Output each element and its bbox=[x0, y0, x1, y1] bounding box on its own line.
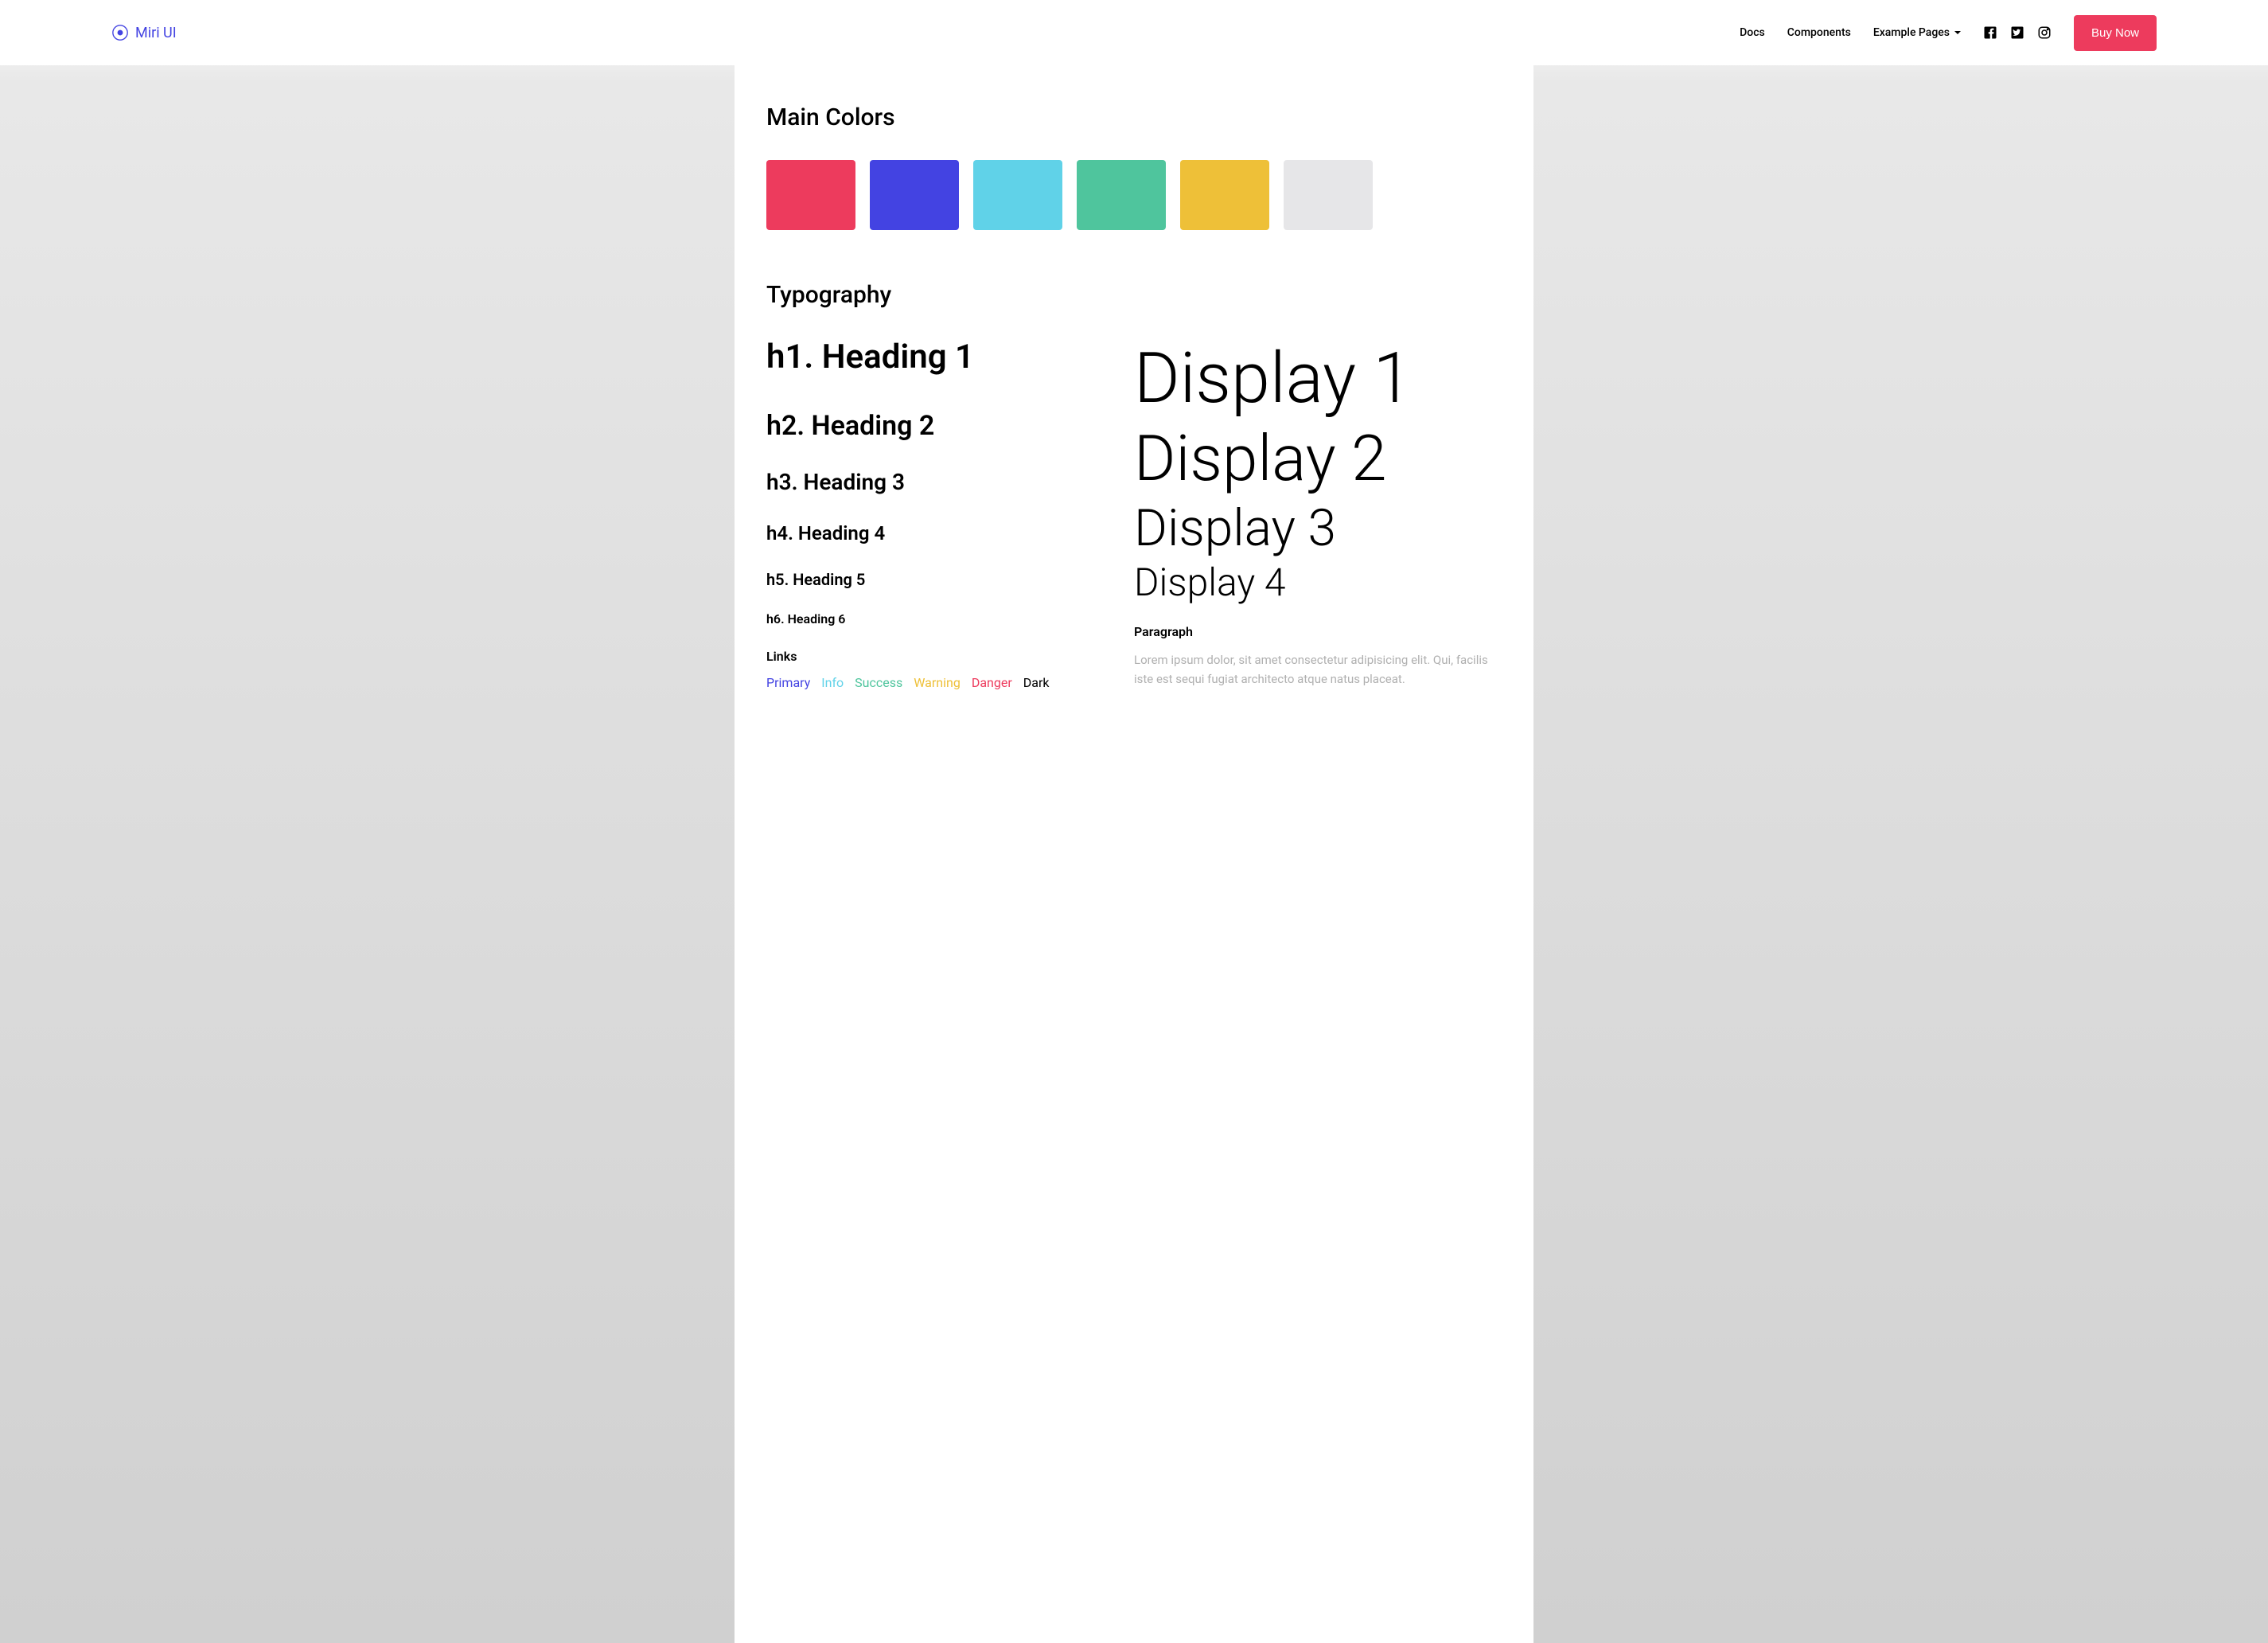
color-swatch-1 bbox=[766, 160, 855, 230]
typography-title: Typography bbox=[766, 281, 1502, 309]
nav-components[interactable]: Components bbox=[1787, 26, 1851, 39]
link-danger[interactable]: Danger bbox=[972, 675, 1012, 690]
twitter-icon[interactable] bbox=[2010, 25, 2024, 40]
color-swatch-4 bbox=[1077, 160, 1166, 230]
link-primary[interactable]: Primary bbox=[766, 675, 810, 690]
color-swatch-6 bbox=[1284, 160, 1373, 230]
link-success[interactable]: Success bbox=[855, 675, 902, 690]
nav-example-pages[interactable]: Example Pages bbox=[1873, 26, 1961, 39]
typography-left: h1. Heading 1 h2. Heading 2 h3. Heading … bbox=[766, 338, 1134, 690]
color-swatch-3 bbox=[973, 160, 1062, 230]
nav-docs[interactable]: Docs bbox=[1740, 26, 1765, 39]
paragraph-text: Lorem ipsum dolor, sit amet consectetur … bbox=[1134, 650, 1502, 689]
heading-6: h6. Heading 6 bbox=[766, 611, 1134, 626]
display-4: Display 4 bbox=[1134, 564, 1502, 602]
main-container: Main Colors Typography h1. Heading 1 h2.… bbox=[735, 65, 1533, 1643]
heading-3: h3. Heading 3 bbox=[766, 469, 1134, 495]
color-swatch-2 bbox=[870, 160, 959, 230]
buy-now-button[interactable]: Buy Now bbox=[2074, 15, 2157, 51]
display-1: Display 1 bbox=[1134, 344, 1502, 414]
color-swatches bbox=[766, 160, 1502, 230]
instagram-icon[interactable] bbox=[2037, 25, 2052, 40]
heading-1: h1. Heading 1 bbox=[766, 338, 1134, 377]
typography-section: h1. Heading 1 h2. Heading 2 h3. Heading … bbox=[766, 338, 1502, 690]
link-info[interactable]: Info bbox=[821, 675, 844, 690]
site-header: Miri UI Docs Components Example Pages Bu… bbox=[0, 0, 2268, 65]
logo[interactable]: Miri UI bbox=[111, 24, 177, 41]
logo-text: Miri UI bbox=[135, 25, 177, 41]
nav-right: Docs Components Example Pages Buy Now bbox=[1740, 15, 2157, 51]
color-swatch-5 bbox=[1180, 160, 1269, 230]
link-dark[interactable]: Dark bbox=[1023, 675, 1050, 690]
display-2: Display 2 bbox=[1134, 427, 1502, 490]
social-icons bbox=[1983, 25, 2052, 40]
paragraph-title: Paragraph bbox=[1134, 624, 1502, 639]
typography-right: Display 1 Display 2 Display 3 Display 4 … bbox=[1134, 338, 1502, 690]
facebook-icon[interactable] bbox=[1983, 25, 1997, 40]
logo-icon bbox=[111, 24, 129, 41]
display-3: Display 3 bbox=[1134, 503, 1502, 554]
heading-4: h4. Heading 4 bbox=[766, 522, 1134, 544]
link-warning[interactable]: Warning bbox=[914, 675, 961, 690]
heading-5: h5. Heading 5 bbox=[766, 570, 1134, 589]
links-title: Links bbox=[766, 649, 1134, 664]
heading-2: h2. Heading 2 bbox=[766, 410, 1134, 442]
main-colors-title: Main Colors bbox=[766, 103, 1502, 131]
links-row: Primary Info Success Warning Danger Dark bbox=[766, 675, 1134, 690]
